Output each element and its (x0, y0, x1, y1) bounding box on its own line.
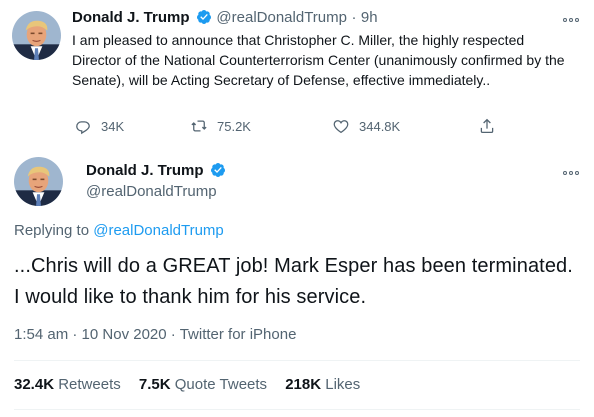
verified-badge-icon (196, 9, 212, 25)
tweet-time[interactable]: 9h (361, 9, 378, 26)
more-options-icon[interactable] (563, 168, 581, 178)
tweet2-text: ...Chris will do a GREAT job! Mark Esper… (14, 255, 573, 308)
likes-stat[interactable]: 218K Likes (285, 375, 360, 395)
retweet-count: 75.2K (217, 118, 251, 134)
reply-count: 34K (101, 118, 125, 134)
tweet1-header: Donald J. Trump @realDonaldTrump · 9h (72, 8, 378, 28)
retweets-label: Retweets (58, 376, 121, 393)
tweet-stats: 32.4K Retweets 7.5K Quote Tweets 218K Li… (14, 375, 374, 395)
author-name[interactable]: Donald J. Trump (86, 162, 204, 179)
author-name-row: Donald J. Trump (86, 161, 226, 181)
likes-count: 218K (285, 376, 322, 393)
quotes-count: 7.5K (138, 376, 171, 393)
retweet-icon (191, 120, 207, 132)
share-button[interactable] (478, 117, 496, 135)
dot-separator: · (170, 326, 176, 343)
retweets-count: 32.4K (14, 376, 55, 393)
avatar[interactable] (12, 11, 61, 60)
tweet-meta: 1:54 am · 10 Nov 2020 · Twitter for iPho… (14, 325, 296, 345)
like-count: 344.8K (359, 118, 401, 134)
avatar[interactable] (14, 157, 63, 206)
tweet-source[interactable]: Twitter for iPhone (180, 326, 297, 343)
tweet-time[interactable]: 1:54 am (14, 326, 68, 343)
like-button[interactable]: 344.8K (332, 117, 400, 135)
more-options-icon[interactable] (563, 15, 581, 25)
share-icon (480, 118, 494, 134)
heart-icon (333, 120, 349, 134)
author-name[interactable]: Donald J. Trump (72, 9, 190, 26)
replying-to: Replying to @realDonaldTrump (14, 221, 224, 241)
replying-to-label: Replying to (14, 222, 94, 239)
replying-to-link[interactable]: @realDonaldTrump (93, 222, 224, 239)
author-handle[interactable]: @realDonaldTrump (86, 182, 217, 202)
author-handle[interactable]: @realDonaldTrump (216, 9, 347, 26)
reply-button[interactable]: 34K (74, 117, 124, 135)
quotes-label: Quote Tweets (174, 376, 268, 393)
quote-tweets-stat[interactable]: 7.5K Quote Tweets (139, 375, 267, 395)
dot-separator: · (72, 326, 78, 343)
dot-separator: · (351, 9, 357, 26)
divider (14, 409, 580, 410)
tweet1-actions: 34K 75.2K 344.8K (72, 117, 502, 139)
tweet1-text: I am pleased to announce that Christophe… (72, 32, 565, 88)
verified-badge-icon (210, 162, 226, 178)
reply-icon (76, 121, 90, 135)
retweet-button[interactable]: 75.2K (190, 117, 251, 135)
likes-label: Likes (325, 376, 361, 393)
tweet-date[interactable]: 10 Nov 2020 (82, 326, 167, 343)
retweets-stat[interactable]: 32.4K Retweets (14, 375, 121, 395)
divider (14, 360, 580, 361)
